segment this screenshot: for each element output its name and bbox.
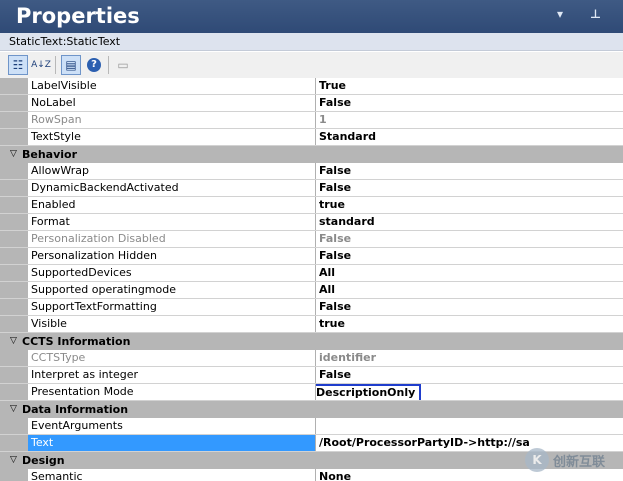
prop-value-cell[interactable]: DescriptionOnly <box>316 384 623 400</box>
prop-row-cctstype[interactable]: CCTSType identifier <box>0 350 623 367</box>
object-selector[interactable]: StaticText:StaticText <box>0 33 623 51</box>
properties-button[interactable]: ▤ <box>61 55 81 75</box>
prop-row-presentation-mode[interactable]: Presentation Mode DescriptionOnly <box>0 384 623 401</box>
prop-value[interactable]: All <box>316 265 623 281</box>
categorized-button[interactable]: ☷ <box>8 55 28 75</box>
watermark-logo: K <box>525 448 549 472</box>
panel-title: Properties <box>16 4 140 28</box>
prop-name: Interpret as integer <box>28 367 316 383</box>
toolbar-separator <box>55 56 56 74</box>
property-pages-icon: ▭ <box>117 58 129 72</box>
prop-value[interactable] <box>316 418 623 434</box>
prop-name: Supported operatingmode <box>28 282 316 298</box>
prop-name: Personalization Disabled <box>28 231 316 247</box>
alphabetical-button[interactable]: A↓Z <box>31 55 51 75</box>
prop-row-eventarguments[interactable]: EventArguments <box>0 418 623 435</box>
prop-row-personalization-disabled[interactable]: Personalization Disabled False <box>0 231 623 248</box>
category-label: Data Information <box>22 403 129 416</box>
properties-panel: Properties ▾ ⊥ StaticText:StaticText ☷ A… <box>0 0 623 481</box>
prop-row-interpret-as-integer[interactable]: Interpret as integer False <box>0 367 623 384</box>
dropdown-icon[interactable]: ▾ <box>557 7 563 21</box>
properties-icon: ▤ <box>65 58 77 72</box>
prop-row-rowspan[interactable]: RowSpan 1 <box>0 112 623 129</box>
prop-name: CCTSType <box>28 350 316 366</box>
collapse-icon[interactable]: ▽ <box>0 401 22 418</box>
collapse-icon[interactable]: ▽ <box>0 333 22 350</box>
prop-row-dynamicbackendactivated[interactable]: DynamicBackendActivated False <box>0 180 623 197</box>
prop-value: 1 <box>316 112 623 128</box>
collapse-icon[interactable]: ▽ <box>0 452 22 469</box>
prop-value: identifier <box>316 350 623 366</box>
prop-value[interactable]: False <box>316 180 623 196</box>
prop-name: AllowWrap <box>28 163 316 179</box>
prop-name: SupportTextFormatting <box>28 299 316 315</box>
prop-name: DynamicBackendActivated <box>28 180 316 196</box>
prop-value[interactable]: False <box>316 95 623 111</box>
prop-name: NoLabel <box>28 95 316 111</box>
pin-icon[interactable]: ⊥ <box>590 7 601 21</box>
toolbar-separator <box>108 56 109 74</box>
category-label: CCTS Information <box>22 335 131 348</box>
prop-value[interactable]: True <box>316 78 623 94</box>
prop-value[interactable]: Standard <box>316 129 623 145</box>
alphabetical-icon: A↓Z <box>31 60 51 70</box>
prop-name: Enabled <box>28 197 316 213</box>
watermark: K 创新互联 <box>525 448 605 472</box>
prop-row-enabled[interactable]: Enabled true <box>0 197 623 214</box>
category-data-information[interactable]: ▽ Data Information <box>0 401 623 418</box>
category-ccts-information[interactable]: ▽ CCTS Information <box>0 333 623 350</box>
prop-name: Personalization Hidden <box>28 248 316 264</box>
prop-row-supported-operatingmode[interactable]: Supported operatingmode All <box>0 282 623 299</box>
object-name: StaticText:StaticText <box>9 35 121 48</box>
prop-row-format[interactable]: Format standard <box>0 214 623 231</box>
prop-value[interactable]: False <box>316 367 623 383</box>
highlighted-value[interactable]: DescriptionOnly <box>316 384 422 400</box>
category-label: Behavior <box>22 148 78 161</box>
prop-value[interactable]: standard <box>316 214 623 230</box>
prop-value[interactable]: False <box>316 299 623 315</box>
prop-row-textstyle[interactable]: TextStyle Standard <box>0 129 623 146</box>
categorized-icon: ☷ <box>12 58 24 72</box>
prop-row-supporteddevices[interactable]: SupportedDevices All <box>0 265 623 282</box>
watermark-text: 创新互联 <box>553 454 606 470</box>
prop-row-labelvisible[interactable]: LabelVisible True <box>0 78 623 95</box>
prop-name: Presentation Mode <box>28 384 316 400</box>
prop-value[interactable]: true <box>316 197 623 213</box>
prop-name: Semantic <box>28 469 316 481</box>
help-icon: ? <box>87 58 101 72</box>
collapse-icon[interactable]: ▽ <box>0 146 22 163</box>
prop-row-allowwrap[interactable]: AllowWrap False <box>0 163 623 180</box>
prop-name: EventArguments <box>28 418 316 434</box>
prop-row-visible[interactable]: Visible true <box>0 316 623 333</box>
prop-name: TextStyle <box>28 129 316 145</box>
prop-name: SupportedDevices <box>28 265 316 281</box>
prop-value[interactable]: False <box>316 248 623 264</box>
property-pages-button: ▭ <box>113 55 133 75</box>
prop-name: LabelVisible <box>28 78 316 94</box>
prop-value: False <box>316 231 623 247</box>
prop-value[interactable]: False <box>316 163 623 179</box>
panel-title-bar: Properties ▾ ⊥ <box>0 0 623 33</box>
category-label: Design <box>22 454 65 467</box>
prop-value[interactable]: All <box>316 282 623 298</box>
help-button[interactable]: ? <box>84 55 104 75</box>
prop-row-nolabel[interactable]: NoLabel False <box>0 95 623 112</box>
prop-name: Text <box>28 435 316 451</box>
properties-toolbar: ☷ A↓Z ▤ ? ▭ <box>0 52 623 79</box>
prop-row-personalization-hidden[interactable]: Personalization Hidden False <box>0 248 623 265</box>
prop-name: Format <box>28 214 316 230</box>
prop-value[interactable]: true <box>316 316 623 332</box>
category-behavior[interactable]: ▽ Behavior <box>0 146 623 163</box>
prop-row-supporttextformatting[interactable]: SupportTextFormatting False <box>0 299 623 316</box>
prop-name: Visible <box>28 316 316 332</box>
property-grid: LabelVisible True NoLabel False RowSpan … <box>0 78 623 481</box>
prop-name: RowSpan <box>28 112 316 128</box>
